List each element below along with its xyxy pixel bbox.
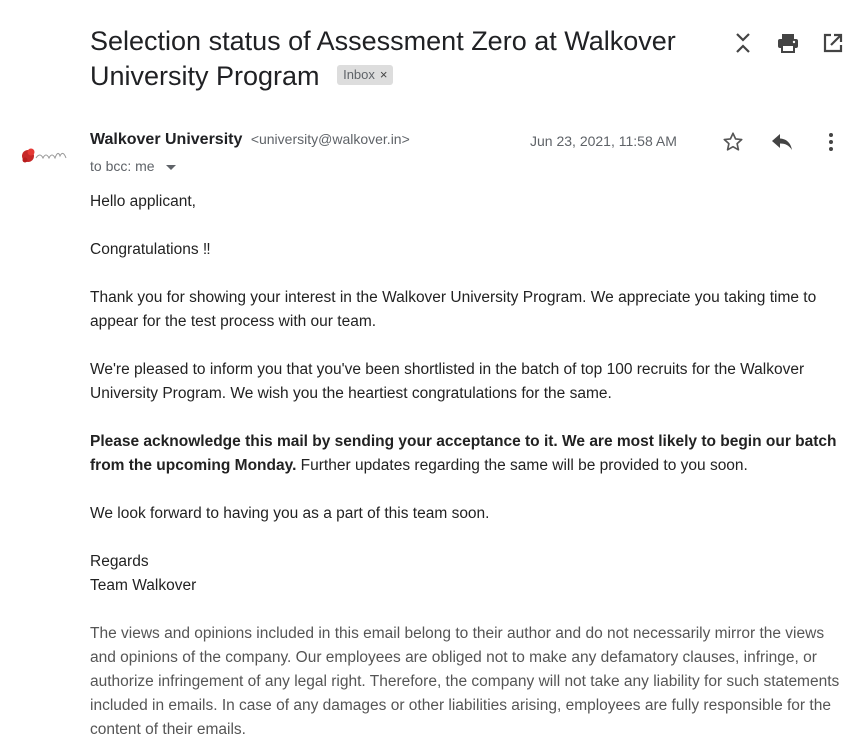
show-details-icon[interactable] (166, 164, 177, 170)
sign-off: Regards Team Walkover (90, 550, 850, 598)
paragraph-look-forward: We look forward to having you as a part … (90, 505, 490, 522)
greeting: Hello applicant, (90, 193, 196, 210)
sender-avatar (18, 140, 72, 172)
email-body: Hello applicant, Congratulations ‼ Thank… (90, 190, 850, 742)
sender-email: <university@walkover.in> (250, 131, 410, 147)
sender-name[interactable]: Walkover University (90, 131, 242, 148)
congrats-line: Congratulations ‼ (90, 241, 211, 258)
email-date: Jun 23, 2021, 11:58 AM (530, 133, 677, 149)
recipients-text: to bcc: me (90, 158, 155, 174)
more-vert-icon[interactable] (816, 127, 846, 157)
star-icon[interactable] (718, 127, 748, 157)
remove-label-icon[interactable]: × (380, 65, 388, 85)
signature-text: Team Walkover (90, 577, 197, 594)
disclaimer: The views and opinions included in this … (90, 625, 840, 738)
recipients-line: to bcc: me (90, 158, 177, 174)
sender-row: Walkover University <university@walkover… (90, 131, 850, 153)
collapse-all-icon[interactable] (728, 28, 758, 58)
paragraph-acknowledge: Please acknowledge this mail by sending … (90, 430, 850, 478)
reply-icon[interactable] (767, 127, 797, 157)
message-actions (718, 127, 864, 157)
print-icon[interactable] (773, 28, 803, 58)
thread-toolbar (728, 28, 863, 58)
paragraph-interest: Thank you for showing your interest in t… (90, 289, 817, 330)
regards-text: Regards (90, 553, 149, 570)
email-subject: Selection status of Assessment Zero at W… (90, 24, 710, 94)
open-in-new-window-icon[interactable] (818, 28, 848, 58)
acknowledge-rest-text: Further updates regarding the same will … (296, 457, 748, 474)
inbox-label-text: Inbox (343, 66, 375, 82)
paragraph-shortlisted: We're pleased to inform you that you've … (90, 361, 805, 402)
inbox-label-chip[interactable]: Inbox × (337, 64, 394, 85)
